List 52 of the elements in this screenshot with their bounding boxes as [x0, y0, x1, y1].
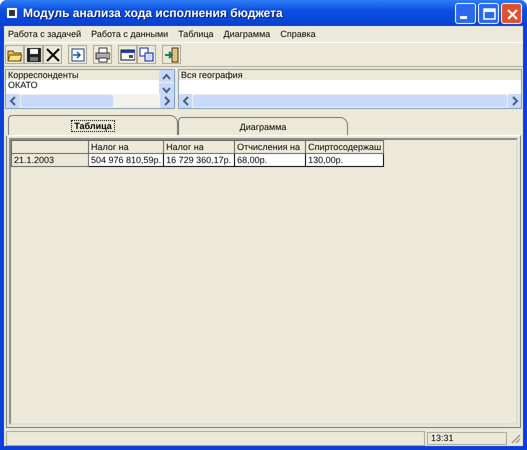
scroll-down-icon	[159, 82, 174, 94]
horizontal-scrollbar[interactable]	[179, 94, 521, 108]
menu-item[interactable]: Работа с данными	[91, 29, 168, 39]
scroll-up-icon	[159, 70, 174, 82]
table-cell: 21.1.2003	[12, 154, 88, 166]
menu-item[interactable]: Таблица	[178, 29, 214, 39]
toolbar-button[interactable]	[24, 45, 43, 64]
minimize-icon	[460, 16, 467, 18]
scroll-left-icon	[6, 94, 20, 108]
delete-icon	[45, 46, 60, 62]
vertical-scrollbar[interactable]	[159, 70, 174, 94]
maximize-button[interactable]	[478, 2, 499, 24]
horizontal-scrollbar[interactable]	[6, 94, 174, 108]
save-icon	[26, 46, 41, 62]
toolbar-button[interactable]	[5, 45, 24, 64]
table-cell: 68,00р.	[234, 154, 306, 166]
resize-grip-icon	[509, 432, 521, 444]
column-header: Отчисления на	[234, 140, 306, 154]
copy-icon	[139, 46, 154, 62]
tab[interactable]: Таблица	[8, 115, 178, 135]
table-cell: 16 729 360,17р.	[164, 154, 235, 166]
close-button[interactable]	[501, 2, 522, 24]
print-icon	[95, 46, 110, 62]
toolbar-button[interactable]	[43, 45, 62, 64]
toolbar-button[interactable]	[137, 45, 156, 64]
column-header: Налог на	[164, 140, 235, 154]
minimize-button[interactable]	[455, 2, 476, 24]
import-icon	[70, 46, 85, 62]
menu-item[interactable]: Справка	[280, 29, 316, 39]
window-title: Модуль анализа хода исполнения бюджета	[23, 6, 284, 20]
column-header: Спиртосодержаш	[306, 140, 384, 154]
menu-item[interactable]: Диаграмма	[224, 29, 270, 39]
menu-item[interactable]: Работа с задачей	[8, 29, 82, 39]
exit-icon	[164, 46, 179, 62]
table-cell: 504 976 810,59р.	[88, 154, 164, 166]
status-time: 13:31	[427, 432, 507, 444]
list-item[interactable]: Вся география	[179, 70, 521, 80]
list-item[interactable]: Корреспонденты	[6, 70, 159, 80]
scroll-right-icon	[160, 94, 174, 108]
toolbar-button[interactable]	[93, 45, 112, 64]
toolbar-button[interactable]	[162, 45, 181, 64]
app-icon	[5, 6, 19, 20]
column-header: Налог на	[88, 140, 164, 154]
scrollbar-thumb[interactable]	[21, 95, 114, 107]
scroll-left-icon	[179, 94, 192, 108]
scroll-right-icon	[508, 94, 521, 108]
toolbar-button[interactable]	[68, 45, 87, 64]
list-item[interactable]: ОКАТО	[6, 80, 159, 90]
table-cell: 130,00р.	[306, 154, 384, 166]
tab[interactable]: Диаграмма	[178, 117, 348, 135]
toolbar-button[interactable]	[118, 45, 137, 64]
window-icon	[120, 46, 135, 62]
